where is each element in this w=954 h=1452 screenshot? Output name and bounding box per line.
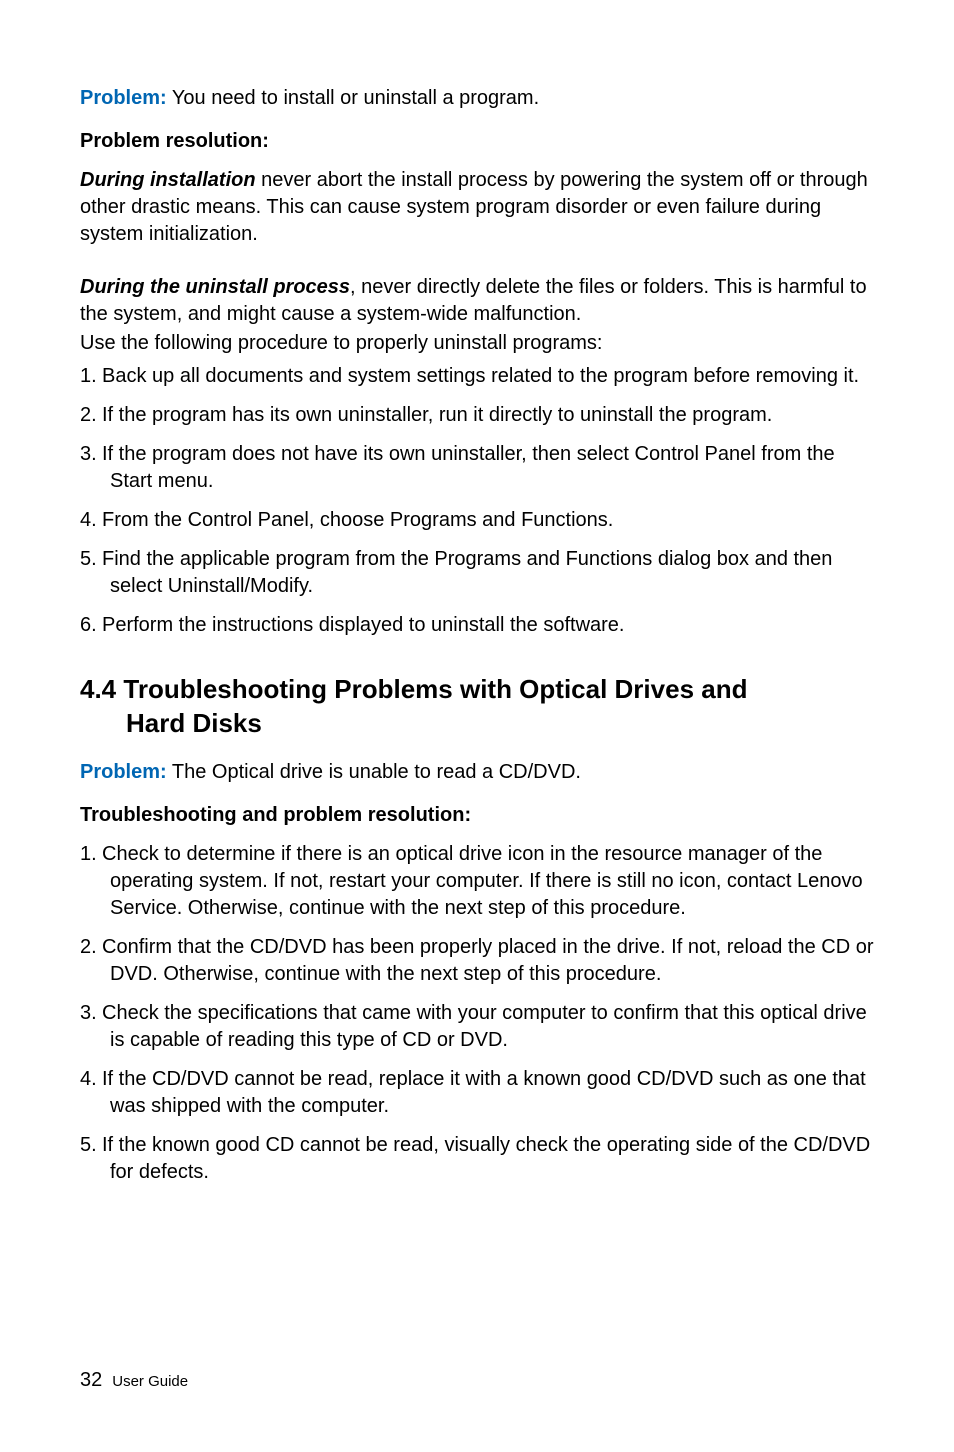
problem-statement-1: Problem: You need to install or uninstal… — [80, 85, 874, 112]
list-item-text: Check to determine if there is an optica… — [102, 843, 863, 919]
list-item: 6.Perform the instructions displayed to … — [80, 612, 874, 639]
problem-text-1: You need to install or uninstall a progr… — [167, 87, 539, 109]
uninstall-procedure-intro: Use the following procedure to properly … — [80, 330, 874, 357]
problem-label-2: Problem: — [80, 761, 167, 783]
list-item: 3.If the program does not have its own u… — [80, 441, 874, 495]
list-item: 5.If the known good CD cannot be read, v… — [80, 1132, 874, 1186]
during-uninstall-para: During the uninstall process, never dire… — [80, 274, 874, 328]
list-item-text: If the known good CD cannot be read, vis… — [102, 1134, 870, 1183]
section-title-line2: Hard Disks — [80, 707, 262, 741]
list-item-text: If the program does not have its own uni… — [102, 443, 835, 492]
list-item-text: Confirm that the CD/DVD has been properl… — [102, 936, 874, 985]
section-title-line1: Troubleshooting Problems with Optical Dr… — [123, 674, 747, 704]
list-item-text: If the program has its own uninstaller, … — [102, 404, 772, 426]
section-number: 4.4 — [80, 674, 116, 704]
section-heading-4-4: 4.4 Troubleshooting Problems with Optica… — [80, 673, 874, 741]
during-uninstall-label: During the uninstall process — [80, 276, 350, 298]
list-item: 1.Back up all documents and system setti… — [80, 363, 874, 390]
page-footer: 32 User Guide — [80, 1369, 188, 1392]
list-item: 4.If the CD/DVD cannot be read, replace … — [80, 1066, 874, 1120]
list-item-text: Check the specifications that came with … — [102, 1002, 867, 1051]
troubleshooting-heading: Troubleshooting and problem resolution: — [80, 804, 874, 827]
list-item-text: Perform the instructions displayed to un… — [102, 614, 624, 636]
page-number: 32 — [80, 1369, 102, 1391]
list-item: 4.From the Control Panel, choose Program… — [80, 507, 874, 534]
problem-statement-2: Problem: The Optical drive is unable to … — [80, 759, 874, 786]
list-item: 5.Find the applicable program from the P… — [80, 546, 874, 600]
list-item: 3.Check the specifications that came wit… — [80, 1000, 874, 1054]
footer-label: User Guide — [112, 1373, 188, 1390]
list-item-text: If the CD/DVD cannot be read, replace it… — [102, 1068, 866, 1117]
problem-label-1: Problem: — [80, 87, 167, 109]
problem-text-2: The Optical drive is unable to read a CD… — [167, 761, 581, 783]
during-installation-label: During installation — [80, 169, 256, 191]
during-installation-para: During installation never abort the inst… — [80, 167, 874, 248]
troubleshooting-steps-list: 1.Check to determine if there is an opti… — [80, 841, 874, 1186]
problem-resolution-heading: Problem resolution: — [80, 130, 874, 153]
list-item: 2.Confirm that the CD/DVD has been prope… — [80, 934, 874, 988]
list-item-text: Find the applicable program from the Pro… — [102, 548, 832, 597]
list-item: 2.If the program has its own uninstaller… — [80, 402, 874, 429]
list-item-text: From the Control Panel, choose Programs … — [102, 509, 613, 531]
uninstall-steps-list: 1.Back up all documents and system setti… — [80, 363, 874, 639]
list-item: 1.Check to determine if there is an opti… — [80, 841, 874, 922]
list-item-text: Back up all documents and system setting… — [102, 365, 859, 387]
